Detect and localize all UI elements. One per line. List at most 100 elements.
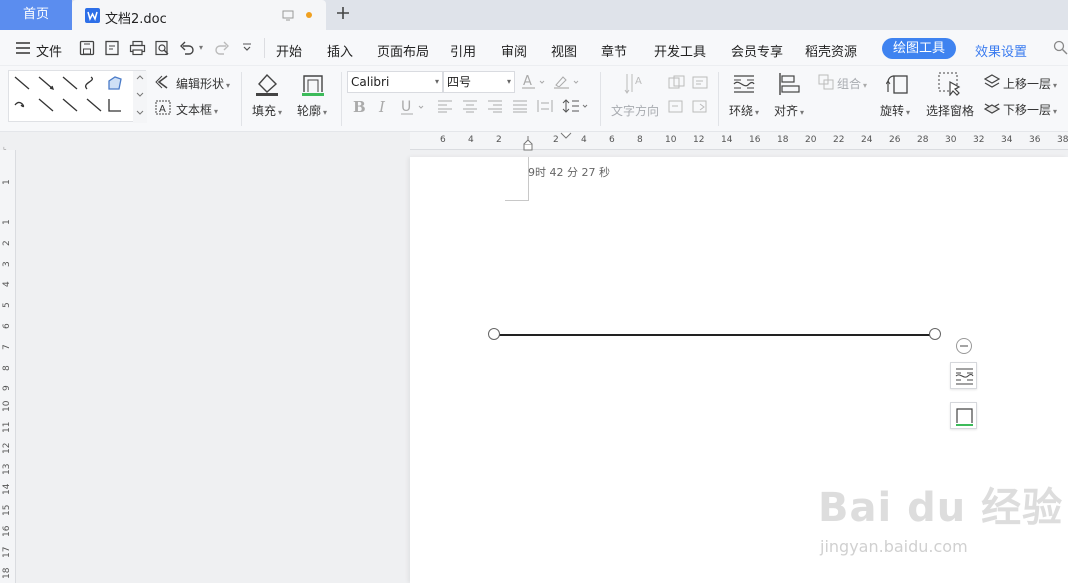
svg-text:A: A [523,74,532,89]
ruler-tick-label: 16 [2,525,12,537]
ruler-tick-label: 17 [2,546,12,558]
customize-chevron-down-icon[interactable] [242,42,252,52]
bring-forward-icon[interactable] [984,74,1001,90]
selection-pane-icon[interactable] [938,72,962,96]
rotate-label[interactable]: 旋转 ▾ [880,102,910,119]
menu-effect-settings[interactable]: 效果设置 [975,41,1027,60]
screen-icon[interactable] [282,10,294,21]
wrap-text-icon[interactable] [733,73,755,95]
outline-label[interactable]: 轮廓 ▾ [297,102,327,119]
ruler-tick-label: 2 [553,135,559,145]
right-indent-marker-icon[interactable] [560,132,572,140]
tab-home[interactable]: 首页 [0,0,72,30]
document-page[interactable]: 9时 42 分 27 秒 Bai du 经验 jingyan.baidu.com [410,157,1068,583]
print-preview-icon[interactable] [154,40,170,56]
menu-section[interactable]: 章节 [601,41,627,60]
undo-dropdown-icon[interactable]: ▾ [199,43,203,52]
align-center-icon [462,99,478,113]
wps-writer-icon [85,8,100,23]
text-direction-icon: A [624,72,646,96]
ruler-tick-label: 28 [917,135,929,145]
bring-forward-label[interactable]: 上移一层 ▾ [1003,75,1057,92]
edit-shape-label[interactable]: 编辑形状 ▾ [176,75,230,92]
search-icon[interactable] [1053,40,1068,55]
ruler-tick-label: 20 [805,135,817,145]
ruler-tick-label: 16 [749,135,761,145]
group-icon [818,74,834,90]
menu-view[interactable]: 视图 [551,41,577,60]
highlight-icon [553,73,583,91]
menu-drawing-tools[interactable]: 绘图工具 [882,38,956,59]
unsaved-dot-icon [306,12,312,18]
vertical-ruler[interactable]: 1 1 2 3 4 5 6 7 8 9 10 11 12 13 14 15 16 17 18 [0,150,16,583]
new-tab-plus-icon[interactable] [336,6,350,20]
save-icon[interactable] [79,40,95,56]
rotate-icon[interactable] [886,72,910,96]
menu-member-exclusive[interactable]: 会员专享 [731,41,783,60]
send-backward-icon[interactable] [984,99,1001,115]
bold-icon: B [351,97,367,115]
float-wrap-button[interactable] [950,362,977,389]
print-icon[interactable] [129,40,146,56]
font-size-select[interactable]: 四号 ▾ [443,71,515,93]
ruler-tick-label: 1 [2,219,12,225]
header-time-text[interactable]: 9时 42 分 27 秒 [528,164,610,180]
ruler-tick-label: 18 [2,567,12,579]
line-shape[interactable] [494,334,935,336]
ruler-tick-label: 32 [973,135,985,145]
italic-icon: I [376,97,392,115]
font-name-select[interactable]: Calibri ▾ [347,71,443,93]
drawing-toolbar: 编辑形状 ▾ A 文本框 ▾ 填充 ▾ 轮廓 ▾ Calibri ▾ 四号 ▾ A B I … [0,66,1068,132]
outline-icon[interactable] [301,72,325,96]
wrap-text-icon [955,368,974,385]
undo-icon[interactable] [179,40,195,56]
menu-developer-tools[interactable]: 开发工具 [654,41,706,60]
align-label[interactable]: 对齐 ▾ [774,102,804,119]
redo-icon[interactable] [214,40,230,56]
menu-docer-resources[interactable]: 稻壳资源 [805,41,857,60]
line-end-handle[interactable] [929,328,941,340]
tab-bar: 首页 文档2.doc [0,0,1068,30]
ruler-tick-label: 14 [2,483,12,496]
indent-marker-icon[interactable] [523,134,533,152]
underline-icon: U [399,97,429,115]
ruler-tick-label: 6 [609,135,615,145]
shape-gallery[interactable] [8,70,147,123]
wrap-label[interactable]: 环绕 ▾ [729,102,759,119]
hamburger-icon[interactable] [16,42,30,54]
selection-pane-label[interactable]: 选择窗格 [926,102,974,119]
tab-document[interactable]: 文档2.doc [72,0,326,30]
outline-icon [956,408,973,426]
menu-file[interactable]: 文件 [36,41,62,60]
text-box-label[interactable]: 文本框 ▾ [176,101,218,118]
text-link-icon [692,75,710,91]
line-start-handle[interactable] [488,328,500,340]
send-backward-label[interactable]: 下移一层 ▾ [1003,101,1057,118]
copy-style-icon [668,75,686,91]
ruler-tick-label: 14 [721,135,733,145]
menu-insert[interactable]: 插入 [327,41,353,60]
ruler-tick-label: 2 [496,135,502,145]
break-link-icon [692,99,710,115]
text-box-icon[interactable]: A [155,100,171,115]
ruler-tick-label: 4 [581,135,587,145]
menu-review[interactable]: 审阅 [501,41,527,60]
fill-label[interactable]: 填充 ▾ [252,102,282,119]
distribute-icon [537,99,553,113]
menu-references[interactable]: 引用 [450,41,476,60]
align-objects-icon[interactable] [778,72,800,96]
menu-page-layout[interactable]: 页面布局 [377,41,429,60]
ruler-tick-label: 26 [889,135,901,145]
horizontal-ruler[interactable]: 6 4 2 2 4 6 8 10 12 14 16 18 20 22 24 26 28 30 32 34 36 38 [410,132,1068,152]
toolbar-divider [718,72,719,126]
collapse-minus-icon[interactable] [955,337,973,355]
menu-start[interactable]: 开始 [276,41,302,60]
line-spacing-icon[interactable] [562,97,592,115]
export-pdf-icon[interactable] [104,40,120,56]
document-title: 文档2.doc [105,12,167,27]
fill-bucket-icon[interactable] [254,72,280,96]
edit-shape-icon[interactable] [155,75,171,89]
ruler-tick-label: 11 [2,421,12,433]
text-direction-label: 文字方向 [611,104,660,118]
float-outline-button[interactable] [950,402,977,429]
